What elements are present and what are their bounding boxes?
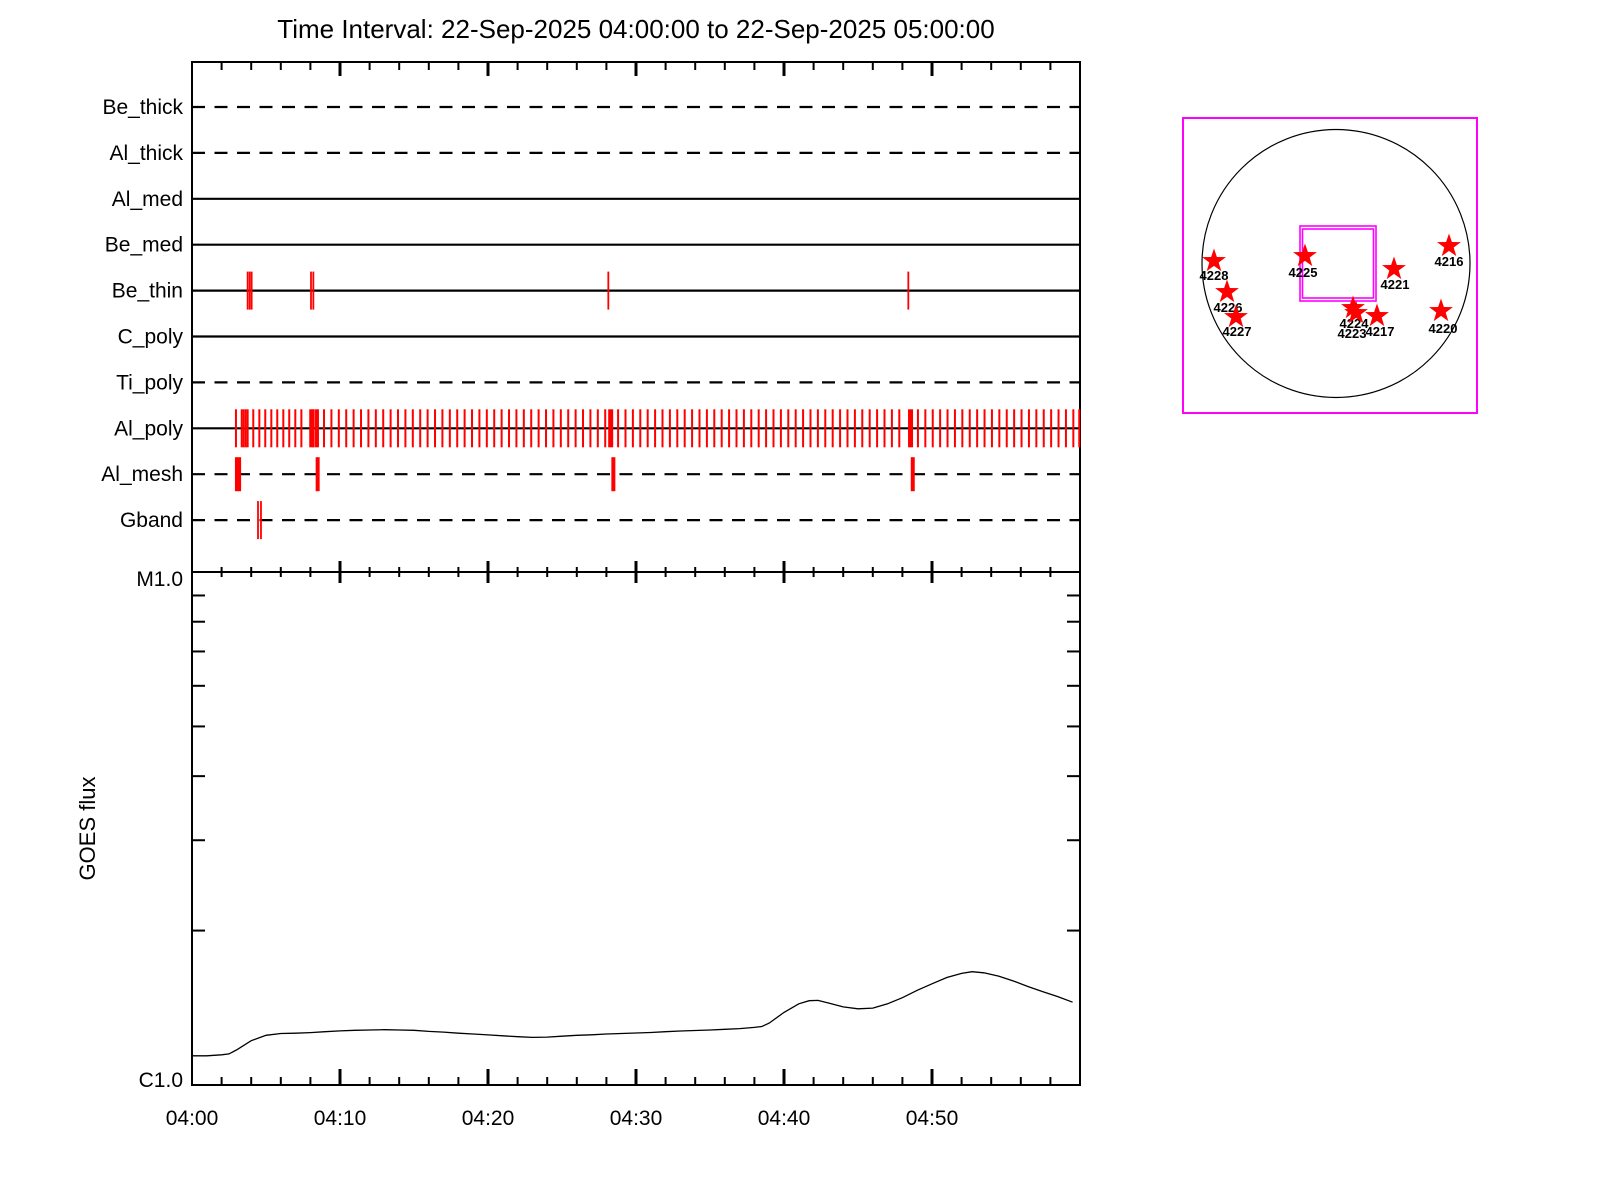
filter-label: Be_thick [102,96,183,119]
x-tick-label: 04:30 [610,1107,663,1130]
x-tick-label: 04:50 [906,1107,959,1130]
active-region-label: 4217 [1366,324,1395,339]
star-icon [1437,233,1461,257]
star-icon [1382,256,1406,280]
filter-row-Be_thin: Be_thin [112,271,1080,310]
filter-row-Ti_poly: Ti_poly [116,371,1080,394]
filter-label: C_poly [118,326,184,349]
goes-log-ticks [192,594,1080,932]
active-region-4216: 4216 [1435,233,1464,269]
x-tick-label: 04:10 [314,1107,367,1130]
active-region-4221: 4221 [1381,256,1410,292]
goes-flux-curve [192,971,1073,1057]
x-tick-label: 04:00 [166,1107,219,1130]
y-bottom-label: C1.0 [139,1069,183,1092]
goes-frame [191,571,1081,1086]
star-icon [1429,298,1453,322]
active-region-label: 4221 [1381,277,1410,292]
star-icon [1365,303,1389,327]
filter-row-C_poly: C_poly [118,326,1080,349]
fov-box-2 [1301,228,1375,299]
time-axis-ticks [220,62,1052,583]
exposure-timeline-panel: Be_thick Al_thick Al_med Be_med Be_thin C_pol… [101,61,1081,583]
y-top-label: M1.0 [136,568,183,591]
active-region-label: 4228 [1200,268,1229,283]
filter-label: Be_med [105,234,183,257]
screenshot-root: Time Interval: 22-Sep-2025 04:00:00 to 2… [0,0,1600,1200]
filter-row-Be_med: Be_med [105,234,1080,257]
plot-canvas: Be_thick Al_thick Al_med Be_med Be_thin C_pol… [75,61,1478,1130]
filter-label: Be_thin [112,280,183,303]
filter-row-Al_med: Al_med [112,188,1080,211]
active-region-4220: 4220 [1429,298,1458,336]
filter-row-Al_mesh: Al_mesh [101,457,1080,492]
filter-row-Be_thick: Be_thick [102,96,1080,119]
filter-label: Ti_poly [116,371,183,394]
timeline-frame [191,61,1081,573]
active-region-label: 4227 [1223,324,1252,339]
goes-flux-panel: 04:00 04:10 04:20 04:30 04:40 04:50 M1.0 C1.0 GO… [75,568,1081,1130]
star-icon [1293,243,1317,267]
goes-ylabel: GOES flux [75,777,100,881]
filter-label: Al_poly [114,417,183,440]
active-region-4217: 4217 [1365,303,1395,339]
active-region-label: 4225 [1289,265,1318,280]
x-tick-label: 04:40 [758,1107,811,1130]
active-region-4228: 4228 [1200,248,1229,283]
exposure-ticks [257,501,262,540]
active-region-label: 4223 [1338,326,1367,341]
active-region-4226: 4226 [1214,279,1242,315]
filter-row-Al_thick: Al_thick [109,142,1080,165]
filter-label: Gband [120,509,183,532]
goes-bottom-axis: 04:00 04:10 04:20 04:30 04:40 04:50 [166,1069,1052,1130]
sun-chart: 42284226422742254221421642244223 4217 4220 [1182,117,1478,414]
filter-row-Al_poly: Al_poly [114,409,1081,448]
filter-row-Gband: Gband [120,501,1080,540]
solar-limb [1201,128,1471,399]
active-region-label: 4220 [1429,321,1458,336]
active-region-label: 4216 [1435,254,1464,269]
filter-label: Al_thick [109,142,183,165]
filter-label: Al_med [112,188,183,211]
sun-frame [1182,117,1478,414]
x-tick-label: 04:20 [462,1107,515,1130]
filter-label: Al_mesh [101,463,183,486]
